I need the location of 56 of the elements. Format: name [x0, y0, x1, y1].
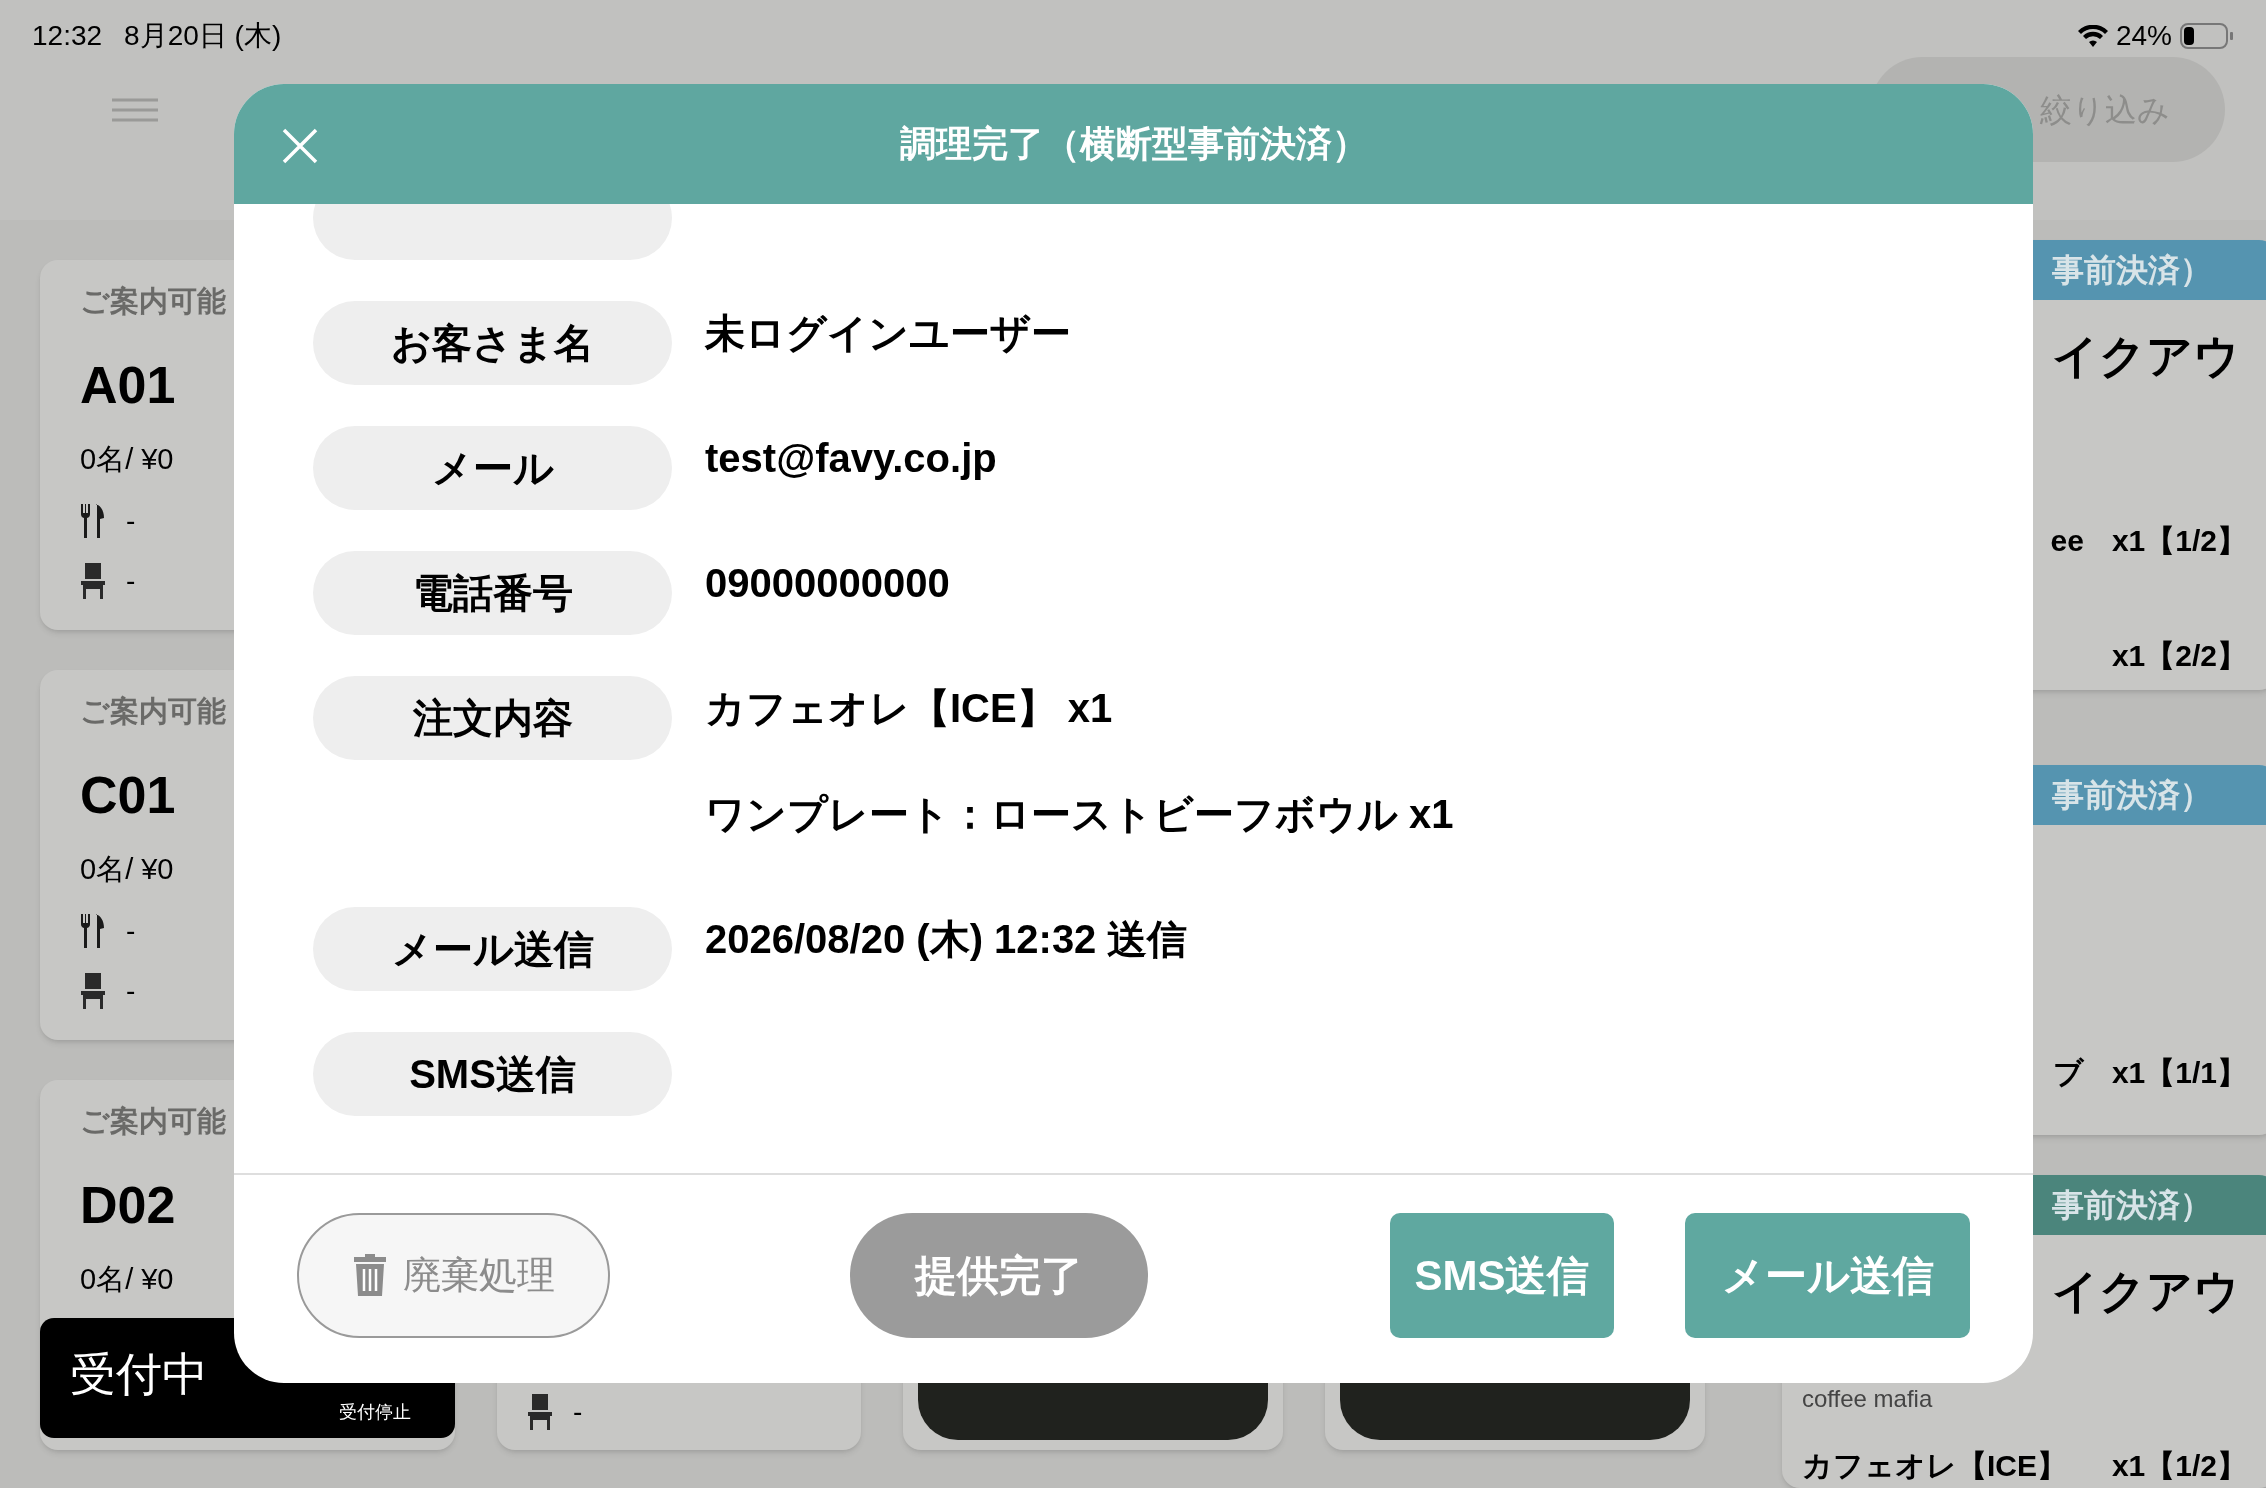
- guest-summary: 0名/ ¥0: [80, 441, 174, 477]
- item-name: ブ: [2051, 1055, 2084, 1091]
- menu-icon[interactable]: [112, 98, 158, 122]
- status-label: ご案内可能: [80, 1104, 226, 1139]
- order-type: イクアウ: [2052, 329, 2240, 384]
- status-time: 12:32: [32, 19, 103, 53]
- complete-button[interactable]: 提供完了: [850, 1212, 1148, 1338]
- order-type: イクアウ: [2052, 1264, 2240, 1319]
- chair-icon: [527, 1394, 553, 1430]
- field-value: 2026/08/20 (木) 12:32 送信: [705, 916, 1188, 963]
- send-button[interactable]: メール送信: [1685, 1212, 1970, 1338]
- field-value: 未ログインユーザー: [705, 310, 1071, 357]
- status-date: 8月20日 (木): [124, 19, 282, 53]
- send-button[interactable]: SMS送信: [1390, 1212, 1614, 1338]
- field-label: 注文内容: [313, 676, 672, 760]
- toggle-sub-label: 受付停止: [339, 1401, 411, 1424]
- field-label: SMS送信: [313, 1032, 672, 1116]
- trash-icon: [352, 1254, 387, 1296]
- field-label: メール送信: [313, 907, 672, 991]
- modal-title: 調理完了（横断型事前決済）: [898, 122, 1369, 166]
- table-number: A01: [80, 354, 176, 416]
- item-quantity: x1【2/2】: [2111, 638, 2247, 674]
- toggle-label: 受付中: [70, 1347, 208, 1402]
- count-text: -: [126, 974, 136, 1008]
- wifi-icon: [2077, 25, 2108, 47]
- table-number: C01: [80, 764, 176, 826]
- table-number: D02: [80, 1174, 176, 1236]
- battery-icon: [2180, 23, 2234, 49]
- field-value: カフェオレ【ICE】 x1: [705, 685, 1114, 732]
- guest-summary: 0名/ ¥0: [80, 1261, 174, 1297]
- field-label: 電話番号: [313, 551, 672, 635]
- cutlery-icon: [80, 914, 106, 948]
- field-value: ワンプレート：ローストビーフボウル x1: [705, 791, 1454, 838]
- count-text: -: [126, 504, 136, 538]
- cutlery-icon: [80, 504, 106, 538]
- field-value: 09000000000: [705, 560, 950, 607]
- close-icon[interactable]: [282, 128, 318, 164]
- chair-icon: [80, 973, 106, 1009]
- item-name: カフェオレ【ICE】: [1801, 1448, 2068, 1484]
- item-name: ee: [2049, 523, 2084, 559]
- field-label: メール: [313, 426, 672, 510]
- guest-summary: 0名/ ¥0: [80, 851, 174, 887]
- count-text: -: [126, 914, 136, 948]
- chair-icon: [80, 563, 106, 599]
- discard-button[interactable]: 廃棄処理: [297, 1212, 610, 1338]
- shop-name: coffee mafia: [1802, 1384, 1933, 1414]
- item-quantity: x1【1/1】: [2111, 1055, 2247, 1091]
- field-value: test@favy.co.jp: [705, 435, 997, 482]
- count-text: -: [573, 1395, 583, 1429]
- field-label: お客さま名: [313, 301, 672, 385]
- item-quantity: x1【1/2】: [2111, 523, 2247, 559]
- status-label: ご案内可能: [80, 694, 226, 729]
- status-label: ご案内可能: [80, 284, 226, 319]
- count-text: -: [126, 564, 136, 598]
- item-quantity: x1【1/2】: [2111, 1448, 2247, 1484]
- battery-percent: 24%: [2115, 19, 2172, 53]
